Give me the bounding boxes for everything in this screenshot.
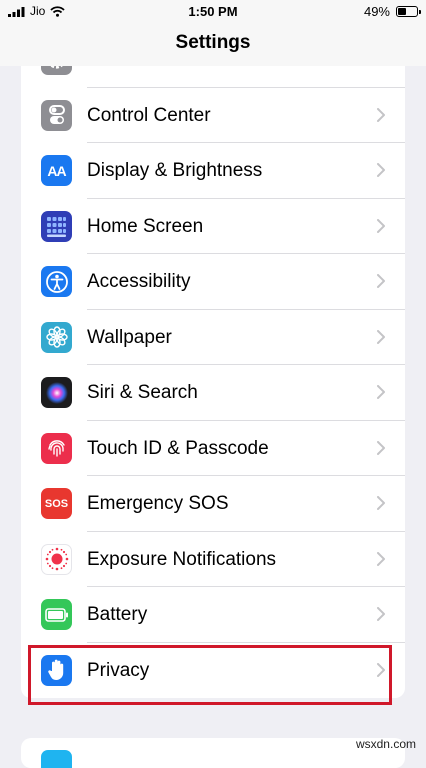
row-label: Exposure Notifications xyxy=(87,548,277,570)
row-label: Display & Brightness xyxy=(87,160,263,181)
hand-icon xyxy=(41,654,72,686)
battery-percent: 49% xyxy=(363,4,390,19)
battery-fill xyxy=(398,8,407,15)
flower-icon xyxy=(41,321,72,353)
navigation-bar: Settings xyxy=(0,24,426,66)
chevron-right-icon xyxy=(377,496,385,510)
chevron-right-icon xyxy=(377,329,385,344)
status-bar: Jio 1:50 PM 49% xyxy=(0,0,426,24)
settings-row-control-center[interactable]: Control Center xyxy=(21,88,405,143)
status-right: 49% xyxy=(363,4,421,19)
settings-row-touch-id-passcode[interactable]: Touch ID & Passcode xyxy=(21,421,405,476)
settings-group: General Control Center AA Display & Brig… xyxy=(21,32,405,698)
row-label: Privacy xyxy=(87,659,150,681)
chevron-right-icon xyxy=(377,274,385,288)
settings-row-accessibility[interactable]: Accessibility xyxy=(21,254,405,310)
chevron-right-icon xyxy=(377,218,385,233)
settings-row-privacy[interactable]: Privacy xyxy=(21,643,405,699)
status-time: 1:50 PM xyxy=(188,4,238,19)
chevron-right-icon xyxy=(377,107,385,122)
chevron-right-icon xyxy=(377,385,385,399)
settings-row-emergency-sos[interactable]: SOS Emergency SOS xyxy=(21,476,405,532)
settings-row-wallpaper[interactable]: Wallpaper xyxy=(21,310,405,365)
fingerprint-icon xyxy=(41,432,72,464)
text-size-icon: AA xyxy=(41,155,72,186)
settings-group-next xyxy=(21,738,405,768)
chevron-right-icon xyxy=(377,440,385,455)
icon-glyph: SOS xyxy=(44,497,69,510)
settings-list: General Control Center AA Display & Brig… xyxy=(0,32,426,698)
row-label: Wallpaper xyxy=(87,326,172,348)
settings-row-siri-search[interactable]: Siri & Search xyxy=(21,365,405,421)
chevron-right-icon xyxy=(377,607,385,621)
row-label: Accessibility xyxy=(87,271,191,292)
battery-icon xyxy=(41,599,72,630)
toggles-icon xyxy=(41,99,72,131)
settings-row-exposure-notifications[interactable]: Exposure Notifications xyxy=(21,532,405,587)
row-label: Emergency SOS xyxy=(87,493,229,514)
settings-row-display-brightness[interactable]: AA Display & Brightness xyxy=(21,143,405,199)
chevron-right-icon xyxy=(377,662,385,677)
settings-row-home-screen[interactable]: Home Screen xyxy=(21,199,405,254)
chevron-right-icon xyxy=(377,163,385,177)
app-grid-icon xyxy=(41,210,72,242)
chevron-right-icon xyxy=(377,551,385,566)
exposure-dots-icon xyxy=(41,543,72,575)
page-title: Settings xyxy=(175,32,251,53)
settings-row-battery[interactable]: Battery xyxy=(21,587,405,643)
icon-glyph: AA xyxy=(47,162,66,179)
row-label: Battery xyxy=(87,604,148,625)
row-label: Control Center xyxy=(87,104,211,126)
row-label: Touch ID & Passcode xyxy=(87,437,269,459)
app-store-icon xyxy=(41,750,72,768)
row-label: Home Screen xyxy=(87,215,204,237)
watermark: wsxdn.com xyxy=(355,737,416,751)
row-label: Siri & Search xyxy=(87,382,198,403)
siri-icon xyxy=(41,377,72,408)
sos-icon: SOS xyxy=(41,488,72,519)
battery-status-icon xyxy=(396,6,421,17)
accessibility-person-icon xyxy=(41,266,72,297)
